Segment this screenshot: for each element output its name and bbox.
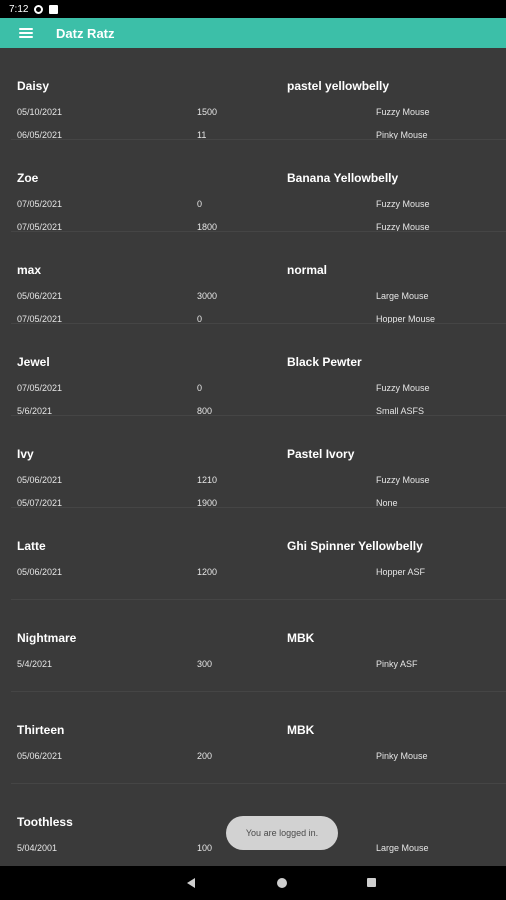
feeding-food: Hopper ASF [376,567,426,577]
feeding-date: 05/06/2021 [17,475,63,485]
feeding-weight: 300 [197,659,213,669]
rat-name: Thirteen [17,723,65,737]
rat-name: Nightmare [17,631,77,645]
feeding-date: 07/05/2021 [17,199,63,209]
recents-icon[interactable] [367,878,376,887]
rat-name: max [17,263,42,277]
rat-card[interactable]: Daisy pastel yellowbelly 05/10/2021 1500 Fuz… [11,48,506,140]
settings-icon [34,4,44,14]
feeding-row: 07/05/2021 0 Fuzzy Mouse [11,383,506,397]
feeding-weight: 1210 [197,475,218,485]
feeding-food: Pinky ASF [376,659,418,669]
feeding-food: Pinky Mouse [376,751,428,761]
feeding-row: 05/06/2021 3000 Large Mouse [11,291,506,305]
battery-icon [49,4,59,14]
feeding-date: 5/4/2021 [17,659,53,669]
rat-name: Toothless [17,815,73,829]
feeding-food: Fuzzy Mouse [376,383,430,393]
back-icon[interactable] [187,878,195,888]
app-bar: Datz Ratz [0,18,506,48]
rat-morph: Black Pewter [287,355,362,369]
feeding-row: 05/06/2021 200 Pinky Mouse [11,751,506,765]
toast-message: You are logged in. [226,816,338,850]
feeding-weight: 200 [197,751,213,761]
rat-morph: MBK [287,631,315,645]
rat-morph: Ghi Spinner Yellowbelly [287,539,423,553]
feeding-food: Fuzzy Mouse [376,199,430,209]
rat-morph: MBK [287,723,315,737]
rat-card[interactable]: Thirteen MBK 05/06/2021 200 Pinky Mouse [11,692,506,778]
feeding-date: 07/05/2021 [17,383,63,393]
feeding-row: 5/4/2021 300 Pinky ASF [11,659,506,673]
feeding-row: 05/10/2021 1500 Fuzzy Mouse [11,107,506,121]
home-icon[interactable] [277,878,287,888]
feeding-weight: 1500 [197,107,218,117]
rat-name: Ivy [17,447,34,461]
feeding-row: 05/06/2021 1210 Fuzzy Mouse [11,475,506,489]
rat-morph: normal [287,263,328,277]
feeding-food: Large Mouse [376,843,429,853]
navigation-bar [0,866,506,900]
menu-icon[interactable] [19,28,33,38]
rat-list[interactable]: Daisy pastel yellowbelly 05/10/2021 1500 Fuz… [0,48,506,866]
feeding-food: Large Mouse [376,291,429,301]
feeding-food: Fuzzy Mouse [376,475,430,485]
rat-name: Latte [17,539,46,553]
feeding-weight: 0 [197,199,203,209]
rat-morph: Banana Yellowbelly [287,171,399,185]
rat-name: Daisy [17,79,50,93]
status-bar: 7:12 [0,0,506,18]
feeding-date: 05/10/2021 [17,107,63,117]
feeding-date: 5/04/2001 [17,843,58,853]
rat-name: Jewel [17,355,50,369]
status-time: 7:12 [9,3,29,15]
rat-morph: Pastel Ivory [287,447,355,461]
app-title: Datz Ratz [56,25,115,41]
feeding-row: 05/06/2021 1200 Hopper ASF [11,567,506,581]
feeding-date: 05/06/2021 [17,751,63,761]
feeding-weight: 1200 [197,567,218,577]
rat-card[interactable]: Jewel Black Pewter 07/05/2021 0 Fuzzy Mouse 5… [11,324,506,416]
rat-card[interactable]: Nightmare MBK 5/4/2021 300 Pinky ASF [11,600,506,686]
rat-card[interactable]: max normal 05/06/2021 3000 Large Mouse 07/05/… [11,232,506,324]
rat-card[interactable]: Zoe Banana Yellowbelly 07/05/2021 0 Fuzzy Mo… [11,140,506,232]
rat-name: Zoe [17,171,39,185]
feeding-date: 05/06/2021 [17,291,63,301]
rat-card[interactable]: Ivy Pastel Ivory 05/06/2021 1210 Fuzzy Mouse… [11,416,506,508]
feeding-weight: 100 [197,843,213,853]
feeding-food: Fuzzy Mouse [376,107,430,117]
rat-card[interactable]: Latte Ghi Spinner Yellowbelly 05/06/2021 12… [11,508,506,594]
feeding-weight: 0 [197,383,203,393]
rat-morph: pastel yellowbelly [287,79,390,93]
feeding-row: 07/05/2021 0 Fuzzy Mouse [11,199,506,213]
feeding-date: 05/06/2021 [17,567,63,577]
feeding-weight: 3000 [197,291,218,301]
